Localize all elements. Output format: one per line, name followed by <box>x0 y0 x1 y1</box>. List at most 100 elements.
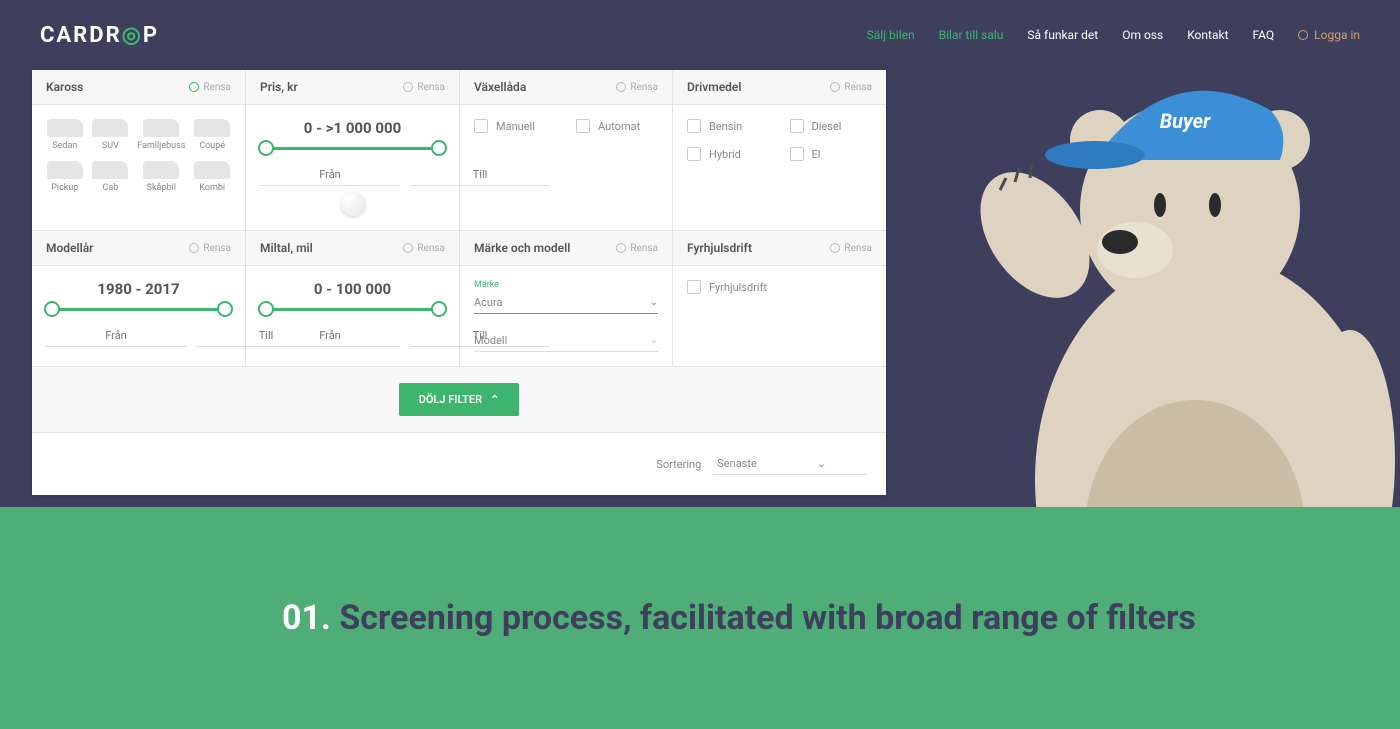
make-label: Märke <box>474 280 658 290</box>
slider-handle-min[interactable] <box>44 301 60 317</box>
body-cab[interactable]: Cab <box>92 161 130 193</box>
model-select[interactable]: Modell ⌄ <box>474 330 658 352</box>
caption-text: 01. Screening process, facilitated with … <box>282 591 1280 645</box>
nav-contact[interactable]: Kontakt <box>1187 28 1228 42</box>
check-bensin[interactable]: Bensin <box>687 119 770 133</box>
wagon-icon <box>194 161 230 179</box>
refresh-icon <box>189 82 199 92</box>
hide-filter-button[interactable]: DÖLJ FILTER ⌃ <box>399 383 520 416</box>
filter-title: Pris, kr <box>260 80 298 94</box>
header: CARDR◎P Sälj bilen Bilar till salu Så fu… <box>0 0 1400 70</box>
check-diesel[interactable]: Diesel <box>790 119 873 133</box>
clear-button[interactable]: Rensa <box>830 243 872 254</box>
price-from-input[interactable] <box>260 164 400 186</box>
suv-icon <box>92 119 128 137</box>
checkbox-icon <box>687 147 701 161</box>
coupe-icon <box>194 119 230 137</box>
body-skapbil[interactable]: Skåpbil <box>137 161 185 193</box>
body-sedan[interactable]: Sedan <box>46 119 84 151</box>
chevron-down-icon: ⌄ <box>817 457 826 470</box>
checkbox-icon <box>687 119 701 133</box>
clear-button[interactable]: Rensa <box>403 243 445 254</box>
body-pickup[interactable]: Pickup <box>46 161 84 193</box>
check-automat[interactable]: Automat <box>576 119 658 133</box>
body-suv[interactable]: SUV <box>92 119 130 151</box>
slider-value: 0 - 100 000 <box>260 280 445 298</box>
clear-button[interactable]: Rensa <box>830 82 872 93</box>
slider-handle-max[interactable] <box>217 301 233 317</box>
checkbox-icon <box>474 119 488 133</box>
filter-mileage: Miltal, mil Rensa 0 - 100 000 <box>246 231 460 367</box>
boxvan-icon <box>143 161 179 179</box>
filter-make-model: Märke och modell Rensa Märke Acura ⌄ Mod… <box>460 231 673 367</box>
filter-gearbox: Växellåda Rensa Manuell Automat <box>460 70 673 231</box>
hide-filter-row: DÖLJ FILTER ⌃ <box>32 367 886 433</box>
chevron-up-icon: ⌃ <box>490 393 499 406</box>
nav-faq[interactable]: FAQ <box>1253 28 1275 42</box>
price-slider[interactable] <box>266 147 439 150</box>
refresh-icon <box>830 82 840 92</box>
nav-sell[interactable]: Sälj bilen <box>867 28 915 42</box>
refresh-icon <box>403 82 413 92</box>
check-awd[interactable]: Fyrhjulsdrift <box>687 280 872 294</box>
clear-button[interactable]: Rensa <box>616 243 658 254</box>
mileage-slider[interactable] <box>266 308 439 311</box>
clear-button[interactable]: Rensa <box>403 82 445 93</box>
nav-how[interactable]: Så funkar det <box>1027 28 1098 42</box>
filter-title: Drivmedel <box>687 80 741 94</box>
user-icon <box>1298 30 1308 40</box>
filter-title: Växellåda <box>474 80 526 94</box>
filter-title: Märke och modell <box>474 241 570 255</box>
logo: CARDR◎P <box>40 23 159 48</box>
cap-text: Buyer <box>1160 109 1211 133</box>
slider-knob[interactable] <box>341 192 365 216</box>
refresh-icon <box>616 82 626 92</box>
refresh-icon <box>403 243 413 253</box>
nav-about[interactable]: Om oss <box>1122 28 1163 42</box>
logo-pin-icon: ◎ <box>122 23 143 48</box>
filter-awd: Fyrhjulsdrift Rensa Fyrhjulsdrift <box>673 231 886 367</box>
slider-handle-max[interactable] <box>431 301 447 317</box>
caption-number: 01. <box>282 598 331 638</box>
year-from-input[interactable] <box>46 325 186 347</box>
slider-handle-max[interactable] <box>431 140 447 156</box>
slider-value: 0 - >1 000 000 <box>260 119 445 137</box>
chevron-down-icon: ⌄ <box>650 335 658 346</box>
checkbox-icon <box>687 280 701 294</box>
checkbox-icon <box>576 119 590 133</box>
refresh-icon <box>616 243 626 253</box>
pickup-icon <box>47 161 83 179</box>
year-slider[interactable] <box>52 308 225 311</box>
slider-value: 1980 - 2017 <box>46 280 231 298</box>
slider-handle-min[interactable] <box>258 140 274 156</box>
checkbox-icon <box>790 147 804 161</box>
check-hybrid[interactable]: Hybrid <box>687 147 770 161</box>
check-el[interactable]: El <box>790 147 873 161</box>
filter-year: Modellår Rensa 1980 - 2017 <box>32 231 246 367</box>
filter-title: Miltal, mil <box>260 241 313 255</box>
sedan-icon <box>47 119 83 137</box>
sort-select[interactable]: Senaste ⌄ <box>713 453 866 475</box>
caption-bar: 01. Screening process, facilitated with … <box>0 507 1400 729</box>
sort-row: Sortering Senaste ⌄ <box>32 433 886 495</box>
slider-handle-min[interactable] <box>258 301 274 317</box>
mileage-from-input[interactable] <box>260 325 400 347</box>
body-coupe[interactable]: Coupé <box>193 119 231 151</box>
filter-title: Modellår <box>46 241 94 255</box>
nav: Sälj bilen Bilar till salu Så funkar det… <box>867 28 1360 42</box>
clear-button[interactable]: Rensa <box>189 243 231 254</box>
filter-panel: Kaross Rensa Sedan SUV Familjebuss Coupé… <box>32 70 886 495</box>
chevron-down-icon: ⌄ <box>650 297 658 308</box>
filter-title: Fyrhjulsdrift <box>687 241 752 255</box>
login-link[interactable]: Logga in <box>1298 28 1360 42</box>
make-select[interactable]: Acura ⌄ <box>474 292 658 314</box>
filter-title: Kaross <box>46 80 83 94</box>
checkbox-icon <box>790 119 804 133</box>
clear-button[interactable]: Rensa <box>189 82 231 93</box>
filter-kaross: Kaross Rensa Sedan SUV Familjebuss Coupé… <box>32 70 246 231</box>
nav-cars[interactable]: Bilar till salu <box>939 28 1004 42</box>
body-familjebuss[interactable]: Familjebuss <box>137 119 185 151</box>
body-kombi[interactable]: Kombi <box>193 161 231 193</box>
clear-button[interactable]: Rensa <box>616 82 658 93</box>
check-manuell[interactable]: Manuell <box>474 119 556 133</box>
